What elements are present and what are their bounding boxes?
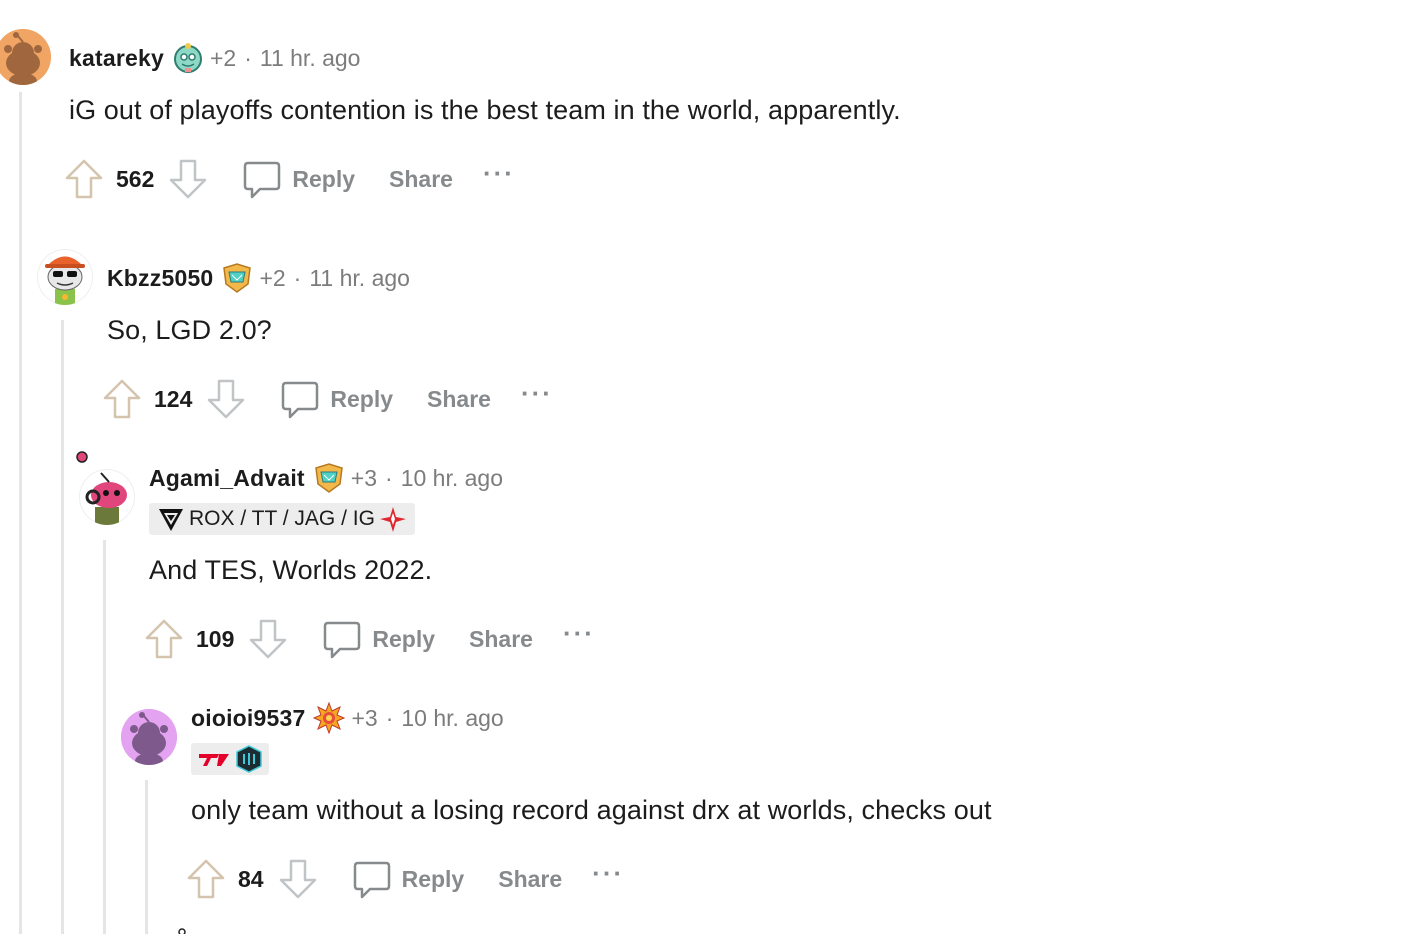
antenna-tip-icon xyxy=(76,451,88,463)
thread-line-2[interactable] xyxy=(61,320,64,934)
avatar[interactable] xyxy=(79,469,135,525)
separator-dot: · xyxy=(385,464,393,491)
more-options-button[interactable]: ··· xyxy=(563,618,595,649)
avatar[interactable] xyxy=(0,29,51,85)
more-options-button[interactable]: ··· xyxy=(592,858,624,889)
snoo-avatar-icon xyxy=(0,29,51,85)
share-button[interactable]: Share xyxy=(469,626,533,653)
more-options-button[interactable]: ··· xyxy=(483,158,515,189)
astralis-star-icon xyxy=(379,505,407,533)
separator-dot: · xyxy=(244,44,252,71)
timestamp[interactable]: 10 hr. ago xyxy=(401,465,503,492)
reply-button[interactable]: Reply xyxy=(242,157,355,201)
achievement-count: +3 xyxy=(350,464,378,491)
snoo-avatar-icon xyxy=(121,709,177,765)
gem-shield-achievement-icon[interactable] xyxy=(313,462,345,494)
dig-logo-icon xyxy=(235,745,263,773)
share-button[interactable]: Share xyxy=(427,386,491,413)
thread-line-4[interactable] xyxy=(145,780,148,934)
reply-label: Reply xyxy=(330,385,394,412)
user-flair xyxy=(191,743,269,775)
achievement-count: +3 xyxy=(351,704,378,731)
comment-actions: 84 Reply Share ··· xyxy=(186,857,624,901)
avatar[interactable] xyxy=(121,709,177,765)
comment-body: only team without a losing record agains… xyxy=(191,795,992,825)
timestamp[interactable]: 10 hr. ago xyxy=(401,705,503,732)
comment-bubble-icon xyxy=(352,857,392,901)
thread-line-3[interactable] xyxy=(103,540,106,934)
reply-button[interactable]: Reply xyxy=(280,377,393,421)
comment-meta: katareky +2 · 11 hr. ago xyxy=(69,43,360,73)
baby-bot-achievement-icon[interactable] xyxy=(172,42,204,74)
timestamp[interactable]: 11 hr. ago xyxy=(309,265,410,292)
comment-actions: 109 Reply Share ··· xyxy=(144,617,595,661)
flair-text: ROX / TT / JAG / IG xyxy=(189,507,375,530)
share-button[interactable]: Share xyxy=(498,866,562,893)
gem-shield-achievement-icon[interactable] xyxy=(221,262,253,294)
snoo-avatar-icon xyxy=(85,472,127,525)
username[interactable]: Kbzz5050 xyxy=(107,265,213,292)
user-flair: ROX / TT / JAG / IG xyxy=(149,503,415,535)
comment-bubble-icon xyxy=(242,157,282,201)
reply-label: Reply xyxy=(292,165,356,192)
username[interactable]: katareky xyxy=(69,45,164,72)
share-button[interactable]: Share xyxy=(389,166,453,193)
separator-dot: · xyxy=(385,704,394,731)
t1-logo-icon xyxy=(197,745,231,773)
vote-score: 84 xyxy=(238,865,264,892)
reply-label: Reply xyxy=(401,865,465,892)
comment-meta: Agami_Advait +3 · 10 hr. ago xyxy=(149,463,503,493)
avatar[interactable] xyxy=(37,249,93,305)
more-options-button[interactable]: ··· xyxy=(521,378,553,409)
comment-body: So, LGD 2.0? xyxy=(107,315,272,345)
reply-button[interactable]: Reply xyxy=(322,617,435,661)
upvote-icon[interactable] xyxy=(64,157,104,201)
downvote-icon[interactable] xyxy=(168,157,208,201)
upvote-icon[interactable] xyxy=(144,617,184,661)
comment-meta: oioioi9537 +3 · 10 hr. ago xyxy=(191,701,504,735)
downvote-icon[interactable] xyxy=(278,857,318,901)
separator-dot: · xyxy=(293,264,302,291)
downvote-icon[interactable] xyxy=(248,617,288,661)
upvote-icon[interactable] xyxy=(186,857,226,901)
vote-score: 109 xyxy=(196,625,235,652)
vote-score: 124 xyxy=(154,385,193,412)
comment-actions: 124 Reply Share ··· xyxy=(102,377,553,421)
comment-body: And TES, Worlds 2022. xyxy=(149,555,433,585)
comment-bubble-icon xyxy=(322,617,362,661)
username[interactable]: oioioi9537 xyxy=(191,705,305,732)
vote-score: 562 xyxy=(116,165,155,192)
comment-bubble-icon xyxy=(280,377,320,421)
comment-body: iG out of playoffs contention is the bes… xyxy=(69,95,901,125)
timestamp[interactable]: 11 hr. ago xyxy=(260,45,361,72)
achievement-count: +2 xyxy=(259,264,286,291)
upvote-icon[interactable] xyxy=(102,377,142,421)
reply-label: Reply xyxy=(372,625,436,652)
downvote-icon[interactable] xyxy=(206,377,246,421)
reply-button[interactable]: Reply xyxy=(352,857,465,901)
next-comment-avatar-antenna-icon xyxy=(178,928,186,934)
comment-meta: Kbzz5050 +2 · 11 hr. ago xyxy=(107,263,410,293)
achievement-count: +2 xyxy=(209,44,237,71)
comment-actions: 562 Reply Share ··· xyxy=(64,157,515,201)
team-logo-icon xyxy=(157,505,185,533)
snoo-avatar-icon xyxy=(45,256,85,305)
thread-line-1[interactable] xyxy=(19,92,22,934)
username[interactable]: Agami_Advait xyxy=(149,465,305,492)
fire-burst-achievement-icon[interactable] xyxy=(313,701,346,735)
